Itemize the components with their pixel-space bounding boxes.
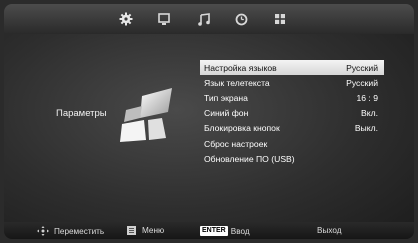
settings-menu: Настройка языков Русский Язык телетекста… [200, 60, 384, 166]
monitor-icon[interactable] [156, 11, 172, 27]
menu-item-label: Синий фон [204, 108, 249, 119]
gear-icon[interactable] [118, 11, 134, 27]
dpad-icon [37, 226, 49, 236]
enter-key-icon: ENTER [200, 226, 228, 236]
menu-item-label: Тип экрана [204, 92, 248, 103]
menu-item-label: Обновление ПО (USB) [204, 153, 295, 164]
music-note-icon[interactable] [195, 11, 211, 27]
grid-icon[interactable] [272, 11, 288, 27]
menu-item-value: Выкл. [354, 123, 378, 134]
footer-enter-hint: ENTER Ввод [200, 226, 250, 236]
clock-icon[interactable] [233, 11, 249, 27]
settings-illustration [116, 84, 178, 144]
menu-item-label: Язык телетекста [204, 77, 270, 88]
menu-item-key-lock[interactable]: Блокировка кнопок Выкл. [200, 121, 384, 136]
menu-item-reset-settings[interactable]: Сброс настроек [200, 136, 384, 151]
menu-item-value: Вкл. [361, 108, 378, 119]
menu-key-icon [127, 226, 136, 235]
menu-item-value: 16 : 9 [356, 92, 378, 103]
footer-exit-hint: Выход [317, 226, 342, 235]
footer-hint-bar: Переместить Меню ENTER Ввод Выход [4, 222, 414, 239]
menu-item-software-update[interactable]: Обновление ПО (USB) [200, 151, 384, 166]
footer-move-hint: Переместить [37, 226, 104, 236]
section-title: Параметры [56, 108, 107, 119]
menu-item-label: Блокировка кнопок [204, 123, 280, 134]
footer-menu-hint: Меню [127, 226, 164, 235]
tv-settings-screen: Параметры Настройка языков Русский Язык … [4, 4, 414, 239]
menu-item-value: Русский [346, 77, 378, 88]
menu-item-teletext-language[interactable]: Язык телетекста Русский [200, 75, 384, 90]
menu-item-language-settings[interactable]: Настройка языков Русский [200, 60, 384, 76]
menu-item-value: Русский [346, 62, 378, 73]
menu-item-screen-type[interactable]: Тип экрана 16 : 9 [200, 90, 384, 105]
footer-enter-label: Ввод [230, 226, 250, 236]
menu-item-blue-background[interactable]: Синий фон Вкл. [200, 106, 384, 121]
menu-item-label: Настройка языков [204, 62, 277, 73]
menu-item-label: Сброс настроек [204, 138, 268, 149]
footer-exit-label: Выход [317, 226, 342, 235]
top-tab-bar [4, 4, 414, 34]
footer-move-label: Переместить [54, 226, 105, 236]
footer-menu-label: Меню [142, 226, 165, 235]
